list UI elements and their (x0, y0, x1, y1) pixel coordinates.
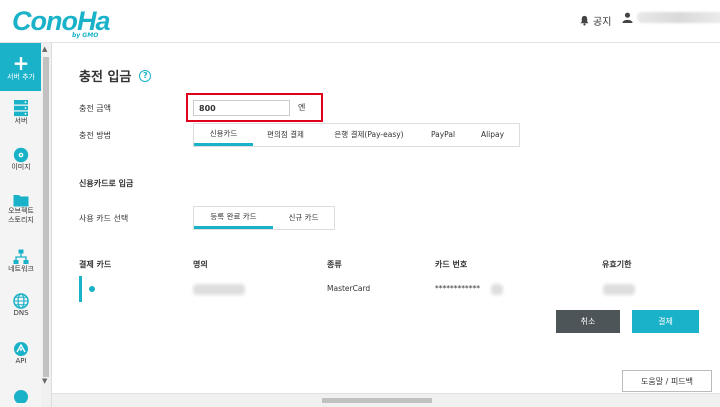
sidebar-item-label: 네트워크 (8, 265, 34, 273)
card-select-tabs: 등록 완료 카드 신규 카드 (193, 206, 335, 230)
row-selected-marker (79, 276, 82, 302)
image-icon (13, 147, 29, 163)
sidebar-item-label: 이미지 (11, 163, 31, 171)
tab-bank-payeasy[interactable]: 은행 결제(Pay-easy) (318, 124, 420, 146)
card-radio[interactable] (89, 286, 95, 292)
logo-subtext: by GMO (72, 32, 99, 39)
table-row[interactable]: MasterCard ************ (79, 276, 699, 303)
header-payment-card: 결제 카드 (79, 260, 112, 269)
header-expiry: 유효기한 (602, 260, 632, 269)
sidebar-item-label: DNS (13, 309, 29, 317)
globe-icon (13, 293, 29, 309)
sidebar-item-add-server[interactable]: + 서버 추가 (0, 43, 42, 91)
main-content: 충전 입금 ? 충전 금액 엔 충전 방법 신용카드 편의점 결제 은행 결제(… (52, 43, 720, 407)
tab-new-card[interactable]: 신규 카드 (273, 207, 334, 229)
tab-credit-card[interactable]: 신용카드 (194, 124, 253, 146)
amount-unit: 엔 (298, 103, 306, 112)
horizontal-scroll-thumb[interactable] (322, 398, 432, 403)
card-select-label: 사용 카드 선택 (79, 214, 129, 223)
sidebar: + 서버 추가 서버 이미지 오브젝트 스토리지 네트워크 DNS API ▲ … (0, 43, 52, 407)
card-expiry-value (603, 284, 635, 295)
sidebar-item-label: 서버 (14, 117, 28, 125)
sidebar-item-label: API (15, 357, 27, 365)
user-name (637, 12, 720, 23)
amount-input[interactable] (193, 100, 290, 116)
card-number-value: ************ (435, 284, 480, 293)
page-title: 충전 입금 ? (79, 66, 152, 85)
card-type-value: MasterCard (327, 284, 371, 293)
sidebar-scrollbar[interactable]: ▲ ▼ (41, 43, 51, 407)
payment-method-tabs: 신용카드 편의점 결제 은행 결제(Pay-easy) PayPal Alipa… (193, 123, 520, 147)
amount-label: 충전 금액 (79, 104, 111, 113)
method-label: 충전 방법 (79, 131, 111, 140)
tab-registered-card[interactable]: 등록 완료 카드 (194, 207, 273, 229)
pay-button[interactable]: 결제 (632, 310, 699, 333)
sidebar-item-more[interactable] (0, 387, 42, 403)
help-icon[interactable]: ? (139, 69, 152, 82)
amount-highlight-box: 엔 (186, 93, 323, 122)
folder-icon (13, 195, 29, 207)
bell-icon (580, 15, 589, 26)
sidebar-item-api[interactable]: API (0, 341, 42, 366)
help-feedback-button[interactable]: 도움말 / 피드백 (622, 370, 712, 392)
sidebar-item-label: 오브젝트 스토리지 (8, 207, 34, 224)
conoha-logo[interactable]: ConoHa by GMO (12, 6, 110, 39)
tab-paypal[interactable]: PayPal (420, 124, 466, 146)
card-section-title: 신용카드로 입금 (79, 179, 134, 188)
api-icon (14, 342, 28, 356)
horizontal-scrollbar[interactable] (52, 393, 720, 407)
user-icon (622, 12, 633, 23)
tab-convenience-store[interactable]: 편의점 결제 (253, 124, 318, 146)
plus-icon: + (12, 50, 30, 75)
notice-link[interactable]: 공지 (579, 13, 611, 28)
user-menu[interactable] (622, 12, 720, 23)
scroll-up-icon[interactable]: ▲ (42, 45, 47, 53)
tab-alipay[interactable]: Alipay (466, 124, 519, 146)
card-number-tail (491, 284, 503, 295)
sidebar-item-object-storage[interactable]: 오브젝트 스토리지 (0, 193, 42, 225)
cancel-button[interactable]: 취소 (556, 310, 620, 333)
network-icon (13, 249, 29, 264)
page-title-text: 충전 입금 (79, 70, 132, 85)
sidebar-scroll-thumb[interactable] (43, 57, 49, 377)
header-type: 종류 (327, 260, 342, 269)
header-holder: 명의 (193, 260, 208, 269)
server-icon (14, 100, 28, 117)
scroll-down-icon[interactable]: ▼ (42, 377, 47, 385)
sidebar-item-label: 서버 추가 (7, 72, 35, 81)
sidebar-item-network[interactable]: 네트워크 (0, 249, 42, 274)
sidebar-item-server[interactable]: 서버 (0, 99, 42, 126)
sidebar-item-dns[interactable]: DNS (0, 293, 42, 318)
more-icon (14, 390, 28, 403)
notice-label: 공지 (593, 17, 612, 28)
header-card-number: 카드 번호 (435, 260, 468, 269)
header: ConoHa by GMO 공지 (0, 0, 720, 43)
card-holder-value (193, 284, 245, 295)
sidebar-item-image[interactable]: 이미지 (0, 147, 42, 172)
